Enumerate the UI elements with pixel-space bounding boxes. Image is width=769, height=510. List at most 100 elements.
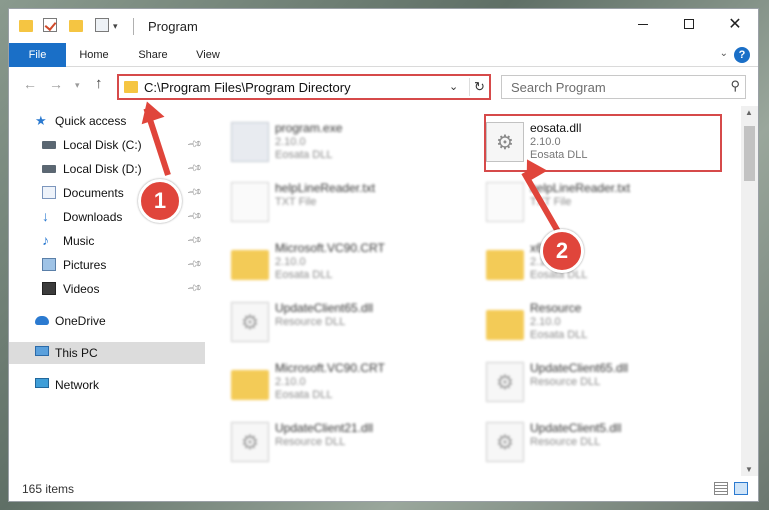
file-version: 2.10.0 — [275, 136, 306, 148]
title-bar: ▾ Program ✕ — [9, 9, 758, 43]
file-type: TXT File — [275, 196, 317, 208]
file-name: UpdateClient65.dll — [275, 301, 374, 315]
title-separator — [133, 18, 134, 35]
chevron-down-icon[interactable]: ▾ — [113, 21, 118, 37]
maximize-button[interactable] — [666, 9, 712, 39]
videos-icon — [42, 282, 56, 295]
file-item[interactable]: ⚙ UpdateClient5.dll Resource DLL — [474, 414, 714, 470]
ribbon-tabs: File Home Share View ⌄ ? — [9, 43, 758, 67]
documents-icon — [42, 186, 56, 199]
quick-access-toolbar-icon[interactable] — [95, 18, 109, 32]
sidebar-item-pictures[interactable]: Pictures 📌︎ — [9, 254, 205, 276]
explorer-window: ▾ Program ✕ File Home Share View ⌄ ? ← →… — [8, 8, 759, 502]
sidebar-item-label: Pictures — [63, 258, 107, 272]
dll-icon: ⚙ — [231, 422, 269, 462]
dll-icon: ⚙ — [486, 422, 524, 462]
forward-arrow-icon[interactable]: → — [49, 76, 63, 92]
file-description: Eosata DLL — [275, 149, 333, 161]
pin-icon[interactable]: 📌︎ — [186, 232, 203, 249]
sidebar-item-local-disk-c[interactable]: Local Disk (C:) 📌︎ — [9, 134, 205, 156]
close-icon: ✕ — [728, 16, 742, 33]
tab-file[interactable]: File — [9, 43, 66, 67]
large-icons-view-icon[interactable] — [734, 482, 748, 495]
sidebar-item-label: Local Disk (D:) — [63, 162, 142, 176]
folder-icon — [124, 81, 138, 93]
folder-item[interactable]: Microsoft.VC90.CRT 2.10.0 Eosata DLL — [219, 354, 459, 410]
step-2-badge: 2 — [540, 229, 584, 273]
step-1-badge: 1 — [138, 179, 182, 223]
file-item[interactable]: helpLineReader.txt TXT File — [219, 174, 459, 230]
sidebar-item-label: Documents — [63, 186, 124, 200]
address-bar[interactable]: C:\Program Files\Program Directory ⌄ ↻ — [117, 74, 491, 100]
tab-view[interactable]: View — [185, 43, 231, 67]
sidebar-item-network[interactable]: Network — [9, 374, 205, 396]
file-item[interactable]: helpLineReader.txt TXT File — [474, 174, 714, 230]
maximize-icon — [684, 19, 694, 29]
details-view-icon[interactable] — [714, 482, 728, 495]
pin-icon[interactable]: 📌︎ — [186, 184, 203, 201]
expand-ribbon-icon[interactable]: ⌄ — [720, 48, 728, 59]
sidebar-item-label: This PC — [55, 346, 98, 360]
folder-item[interactable]: Microsoft.VC90.CRT 2.10.0 Eosata DLL — [219, 234, 459, 290]
file-name: UpdateClient65.dll — [530, 361, 629, 375]
folder-icon — [231, 250, 269, 280]
search-input[interactable]: Search Program ⚲ — [501, 75, 746, 99]
pc-icon — [35, 346, 49, 356]
sidebar-item-label: OneDrive — [55, 314, 106, 328]
scroll-down-icon[interactable]: ▼ — [745, 465, 753, 474]
minimize-button[interactable] — [620, 9, 666, 39]
new-folder-icon[interactable] — [69, 20, 83, 32]
sidebar-item-music[interactable]: ♪ Music 📌︎ — [9, 230, 205, 252]
up-arrow-icon[interactable]: ↑ — [95, 75, 103, 92]
chevron-down-icon[interactable]: ⌄ — [449, 80, 458, 93]
file-item[interactable]: ⚙ UpdateClient65.dll Resource DLL — [474, 354, 714, 410]
sidebar-item-onedrive[interactable]: OneDrive — [9, 310, 205, 332]
properties-check-icon[interactable] — [43, 18, 57, 32]
file-item[interactable]: ⚙ UpdateClient21.dll Resource DLL — [219, 414, 459, 470]
address-path[interactable]: C:\Program Files\Program Directory — [144, 80, 351, 95]
file-item-program-exe[interactable]: program.exe 2.10.0 Eosata DLL — [219, 114, 459, 170]
file-name: Microsoft.VC90.CRT — [275, 241, 385, 255]
scrollbar-thumb[interactable] — [744, 126, 755, 181]
file-version: 2.10.0 — [275, 376, 306, 388]
file-item[interactable]: ⚙ UpdateClient65.dll Resource DLL — [219, 294, 459, 350]
folder-item[interactable]: x64 2.10.0 Eosata DLL — [474, 234, 714, 290]
close-button[interactable]: ✕ — [712, 9, 758, 39]
refresh-icon[interactable]: ↻ — [469, 78, 489, 96]
search-icon[interactable]: ⚲ — [730, 78, 740, 94]
recent-locations-icon[interactable]: ▾ — [75, 80, 80, 91]
minimize-icon — [638, 23, 648, 25]
star-icon: ★ — [35, 113, 47, 128]
text-file-icon — [486, 182, 524, 222]
file-description: Eosata DLL — [275, 389, 333, 401]
sidebar-item-local-disk-d[interactable]: Local Disk (D:) 📌︎ — [9, 158, 205, 180]
dll-icon: ⚙ — [231, 302, 269, 342]
help-icon[interactable]: ? — [734, 47, 750, 63]
folder-icon — [231, 370, 269, 400]
sidebar-item-label: Downloads — [63, 210, 123, 224]
scroll-up-icon[interactable]: ▲ — [745, 108, 753, 117]
sidebar-item-quick-access[interactable]: ★ Quick access — [9, 110, 205, 132]
pin-icon[interactable]: 📌︎ — [186, 160, 203, 177]
drive-icon — [42, 141, 56, 149]
item-count: 165 items — [22, 482, 75, 496]
tab-share[interactable]: Share — [125, 43, 181, 67]
dll-icon: ⚙ — [486, 362, 524, 402]
file-type: Resource DLL — [530, 376, 601, 388]
sidebar-item-videos[interactable]: Videos 📌︎ — [9, 278, 205, 300]
file-version: 2.10.0 — [530, 316, 561, 328]
pin-icon[interactable]: 📌︎ — [186, 208, 203, 225]
file-type: Resource DLL — [275, 436, 346, 448]
file-name: program.exe — [275, 121, 343, 135]
folder-icon — [486, 310, 524, 340]
pin-icon[interactable]: 📌︎ — [186, 280, 203, 297]
sidebar-item-this-pc[interactable]: This PC — [9, 342, 205, 364]
pin-icon[interactable]: 📌︎ — [186, 136, 203, 153]
folder-icon[interactable] — [19, 20, 33, 32]
pin-icon[interactable]: 📌︎ — [186, 256, 203, 273]
file-name: Resource — [530, 301, 582, 315]
vertical-scrollbar[interactable]: ▲ ▼ — [741, 106, 758, 476]
folder-item[interactable]: Resource 2.10.0 Eosata DLL — [474, 294, 714, 350]
tab-home[interactable]: Home — [69, 43, 119, 67]
back-arrow-icon[interactable]: ← — [23, 76, 37, 92]
